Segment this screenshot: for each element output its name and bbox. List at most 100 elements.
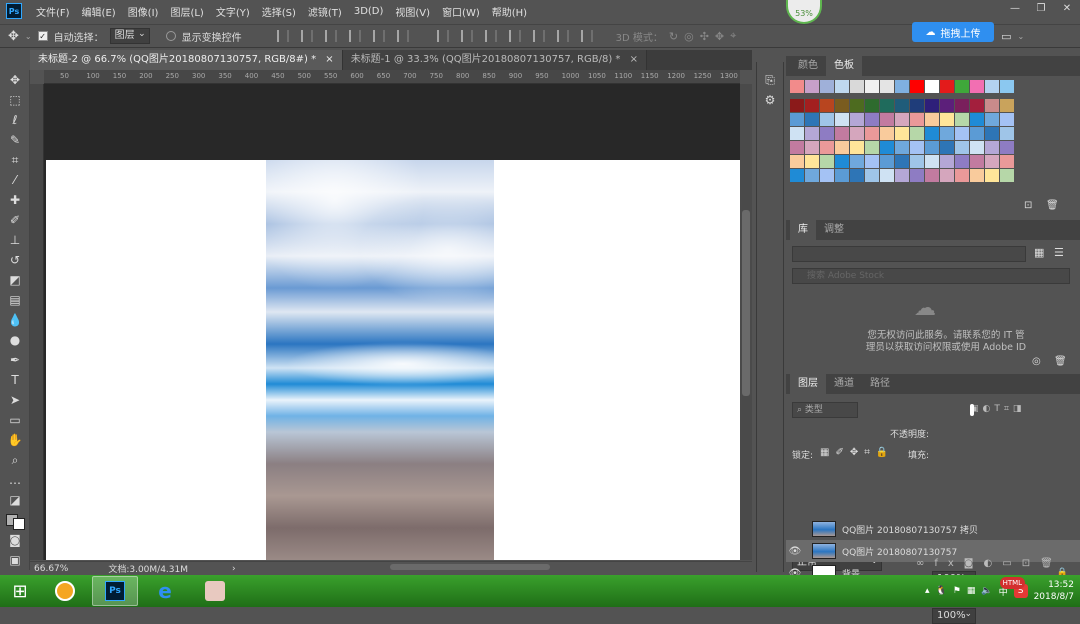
swatch[interactable] [820,80,834,93]
swatch[interactable] [850,99,864,112]
tab-adjustments[interactable]: 调整 [816,220,852,240]
swatch[interactable] [865,80,879,93]
menu-view[interactable]: 视图(V) [389,4,436,19]
swatch[interactable] [925,80,939,93]
swatch[interactable] [820,127,834,140]
swatch[interactable] [985,113,999,126]
fill-input[interactable]: 100% [932,607,976,624]
cc-icon[interactable]: ◎ [1032,356,1041,367]
distribute-bottom-icon[interactable] [484,30,497,42]
menu-window[interactable]: 窗口(W) [436,4,486,19]
quick-select-tool-icon[interactable]: ✎ [0,130,30,150]
network-icon[interactable]: ▦ [967,586,976,596]
flag-icon[interactable]: ⚑ [953,586,961,596]
swatch[interactable] [790,169,804,182]
brush-tool-icon[interactable]: ✐ [0,210,30,230]
clock[interactable]: HTML 13:52 2018/8/7 [999,577,1074,603]
distribute-right-icon[interactable] [556,30,569,42]
blur-tool-icon[interactable]: 💧 [0,310,30,330]
3d-scale-icon[interactable]: ⌖ [730,29,736,43]
swatch[interactable] [805,99,819,112]
distribute-left-icon[interactable] [508,30,521,42]
swatch[interactable] [985,155,999,168]
swatch[interactable] [985,127,999,140]
swatch[interactable] [895,127,909,140]
swatch[interactable] [895,155,909,168]
swatch[interactable] [1000,99,1014,112]
qq-icon[interactable]: 🐧 [936,586,947,596]
swatch[interactable] [1000,80,1014,93]
color-swatches-icon[interactable] [0,510,30,530]
swatch[interactable] [925,141,939,154]
healing-brush-icon[interactable]: ✚ [0,190,30,210]
swatch[interactable] [790,141,804,154]
swatch[interactable] [880,127,894,140]
auto-align-icon[interactable] [580,30,593,42]
swatch[interactable] [835,99,849,112]
move-tool-icon[interactable]: ✥ [8,29,19,44]
tab-color[interactable]: 颜色 [790,56,826,76]
workspace-icon[interactable]: ▭ [1001,30,1011,43]
auto-select-dropdown[interactable]: 图层 [109,27,150,44]
tab-document-2[interactable]: 未标题-2 @ 66.7% (QQ图片20180807130757, RGB/8… [30,50,343,70]
quick-mask-icon[interactable]: ◙ [0,530,30,550]
swatch[interactable] [865,169,879,182]
distribute-top-icon[interactable] [436,30,449,42]
zoom-level[interactable]: 66.67% [34,564,68,574]
layer-row[interactable]: QQ图片 20180807130757 拷贝 [786,518,1080,540]
swatch[interactable] [1000,127,1014,140]
menu-layer[interactable]: 图层(L) [164,4,209,19]
move-tool-icon[interactable]: ✥ [0,70,30,90]
photoshop-taskbar-icon[interactable]: Ps [92,576,138,606]
swatch[interactable] [940,99,954,112]
gradient-tool-icon[interactable]: ▤ [0,290,30,310]
grid-view-icon[interactable]: ▦ [1034,246,1044,259]
swatch[interactable] [940,113,954,126]
swatch[interactable] [835,141,849,154]
swatch[interactable] [1000,113,1014,126]
swatch[interactable] [865,155,879,168]
drag-upload-button[interactable]: ☁ 拖拽上传 [912,22,994,42]
swatch[interactable] [835,80,849,93]
windows-start-icon[interactable]: ⊞ [0,575,40,607]
3d-orbit-icon[interactable]: ↻ [669,30,678,43]
hand-tool-icon[interactable]: ✋ [0,430,30,450]
swatch[interactable] [955,141,969,154]
swatch[interactable] [955,113,969,126]
swatch[interactable] [805,80,819,93]
layer-name[interactable]: QQ图片 20180807130757 [842,545,957,558]
horizontal-scroll-thumb[interactable] [390,564,550,570]
link-layers-icon[interactable]: ∞ [916,558,934,569]
internet-explorer-icon[interactable]: e [142,576,188,606]
swatch[interactable] [835,169,849,182]
menu-file[interactable]: 文件(F) [30,4,76,19]
swatch[interactable] [910,169,924,182]
tab-document-1[interactable]: 未标题-1 @ 33.3% (QQ图片20180807130757, RGB/8… [342,50,647,70]
tab-library[interactable]: 库 [790,220,816,240]
swatch[interactable] [910,80,924,93]
clone-stamp-icon[interactable]: ⊥ [0,230,30,250]
marquee-tool-icon[interactable]: ⬚ [0,90,30,110]
swatch[interactable] [955,155,969,168]
swatch[interactable] [940,141,954,154]
menu-select[interactable]: 选择(S) [256,4,302,19]
swatch[interactable] [970,99,984,112]
swatch[interactable] [940,169,954,182]
restore-icon[interactable]: ❐ [1028,0,1054,18]
list-view-icon[interactable]: ☰ [1054,246,1064,259]
swatch[interactable] [970,80,984,93]
swatch[interactable] [850,127,864,140]
swatch[interactable] [895,99,909,112]
swatch[interactable] [820,113,834,126]
swatch[interactable] [880,113,894,126]
status-menu-chevron-icon[interactable]: › [232,564,236,574]
swatch[interactable] [790,127,804,140]
tab-layers[interactable]: 图层 [790,374,826,394]
swatch[interactable] [970,141,984,154]
swatch[interactable] [805,169,819,182]
visibility-eye-icon[interactable]: 👁 [786,546,804,557]
align-hcenter-icon[interactable] [372,30,385,42]
swatch[interactable] [940,155,954,168]
swatch[interactable] [835,155,849,168]
3d-pan-icon[interactable]: ✣ [700,30,709,43]
